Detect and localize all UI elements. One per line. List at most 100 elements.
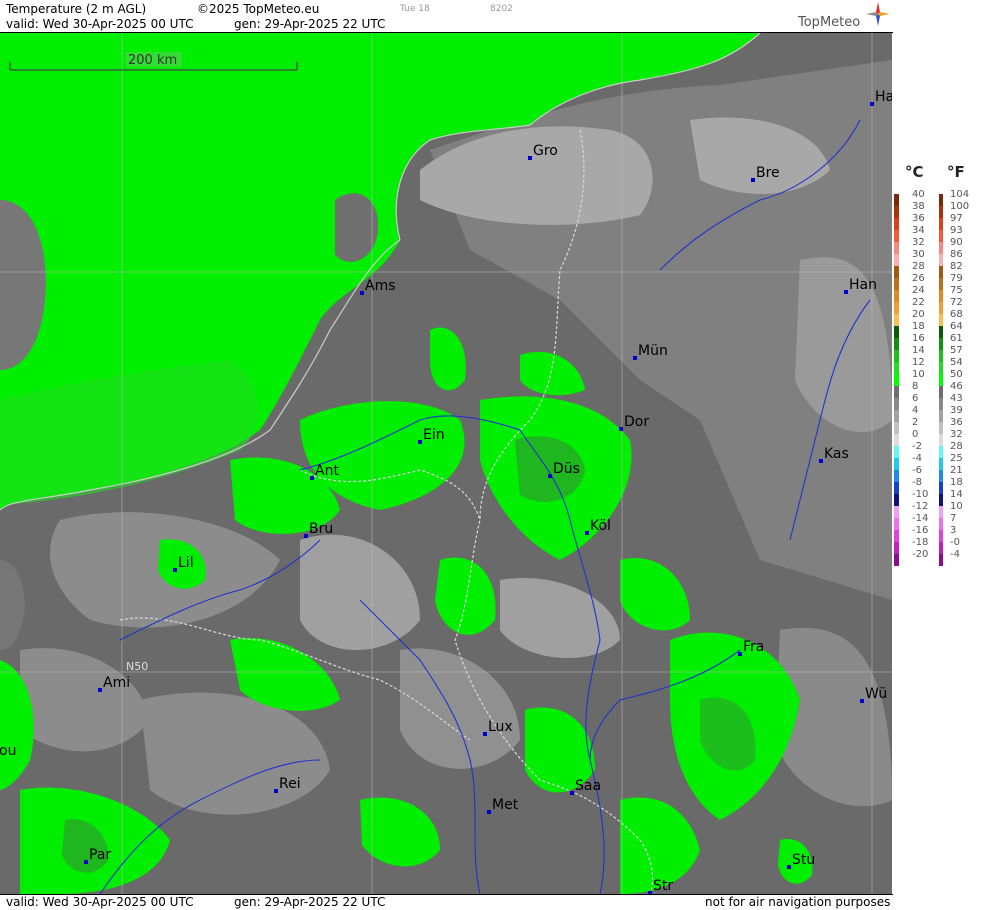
temperature-map: 200 km N50 Ha Gro Bre Han Ams Mün Ein Dor Kas Ant… [0,33,892,894]
legend-label-fahrenheit: 72 [950,297,963,308]
city-dot [418,440,422,444]
legend-swatch-fahrenheit [939,506,943,518]
legend-label-fahrenheit: 104 [950,189,970,200]
city-label: Ami [103,675,130,691]
legend-swatch-celsius [894,470,899,482]
legend-swatch-fahrenheit [939,302,943,314]
city-dot [173,568,177,572]
city-dot [487,810,491,814]
city-label: Rei [279,776,301,792]
legend-unit-fahrenheit: °F [947,163,965,181]
city-dot [528,156,532,160]
legend-label-celsius: -18 [912,537,929,548]
legend-swatch-fahrenheit [939,542,943,554]
city-dot [860,699,864,703]
city-label: Bre [756,165,780,181]
legend-swatch-fahrenheit [939,446,943,458]
legend-swatch-fahrenheit [939,314,943,326]
city-dot [633,356,637,360]
legend-label-fahrenheit: -0 [950,537,960,548]
legend-swatch-fahrenheit [939,350,943,362]
legend-swatch-celsius [894,398,899,410]
legend-label-fahrenheit: 39 [950,405,963,416]
legend-label-celsius: 10 [912,369,925,380]
legend-label-fahrenheit: 14 [950,489,963,500]
legend-label-fahrenheit: 54 [950,357,963,368]
legend-label-celsius: 18 [912,321,925,332]
city-label: Stu [792,852,815,868]
legend-label-fahrenheit: 86 [950,249,963,260]
city-label: Düs [553,461,580,477]
legend-swatch-celsius [894,266,899,278]
legend-swatch-fahrenheit [939,494,943,506]
legend-swatch-celsius [894,518,899,530]
legend-label-celsius: 14 [912,345,925,356]
legend-swatch-fahrenheit [939,194,943,206]
legend-swatch-celsius [894,506,899,518]
city-label: Köl [590,518,611,534]
latitude-label: N50 [126,660,148,673]
legend-swatch-celsius [894,230,899,242]
legend-label-celsius: -12 [912,501,929,512]
legend-swatch-celsius [894,206,899,218]
legend-swatch-fahrenheit [939,266,943,278]
city-dot [738,652,742,656]
legend-swatch-fahrenheit [939,230,943,242]
map-header: Temperature (2 m AGL) ©2025 TopMeteo.eu … [0,0,893,33]
legend-label-celsius: 36 [912,213,925,224]
legend-swatch-fahrenheit [939,482,943,494]
city-dot [84,860,88,864]
legend-label-celsius: -20 [912,549,929,560]
legend-label-celsius: 16 [912,333,925,344]
legend-swatch-celsius [894,254,899,266]
legend-swatch-celsius [894,350,899,362]
legend-label-fahrenheit: 32 [950,429,963,440]
legend-label-fahrenheit: 64 [950,321,963,332]
legend-label-celsius: 4 [912,405,919,416]
map-title: Temperature (2 m AGL) [6,2,147,16]
legend-label-fahrenheit: 7 [950,513,957,524]
legend-label-celsius: 40 [912,189,925,200]
legend-label-fahrenheit: 10 [950,501,963,512]
legend-swatch-celsius [894,278,899,290]
legend-swatch-celsius [894,326,899,338]
city-label: Bru [309,521,333,537]
footer-generated-time: gen: 29-Apr-2025 22 UTC [234,895,386,909]
logo-text: TopMeteo [798,15,861,30]
legend-swatch-fahrenheit [939,206,943,218]
footer-note: not for air navigation purposes [705,895,891,909]
legend-label-celsius: -10 [912,489,929,500]
city-dot [360,291,364,295]
city-dot [787,865,791,869]
legend-swatch-fahrenheit [939,554,943,566]
city-label: Ein [423,427,445,443]
legend-swatch-fahrenheit [939,518,943,530]
run-code: 8202 [490,4,513,14]
legend-label-fahrenheit: 43 [950,393,963,404]
legend-label-fahrenheit: 75 [950,285,963,296]
city-label: Gro [533,143,558,159]
legend-label-celsius: 26 [912,273,925,284]
legend-swatch-fahrenheit [939,434,943,446]
city-dot [548,474,552,478]
legend-label-fahrenheit: 61 [950,333,963,344]
legend-label-celsius: 12 [912,357,925,368]
legend-label-celsius: 34 [912,225,925,236]
legend-swatch-fahrenheit [939,254,943,266]
legend-swatch-celsius [894,482,899,494]
legend-label-celsius: -2 [912,441,922,452]
legend-swatch-fahrenheit [939,326,943,338]
legend-swatch-fahrenheit [939,242,943,254]
legend-label-fahrenheit: -4 [950,549,960,560]
legend-swatch-celsius [894,314,899,326]
city-label: Ams [365,278,396,294]
legend-swatch-celsius [894,434,899,446]
legend-swatch-fahrenheit [939,278,943,290]
city-label: Ha [875,89,892,105]
legend-label-fahrenheit: 90 [950,237,963,248]
legend-swatch-celsius [894,494,899,506]
legend-swatch-celsius [894,530,899,542]
city-label: Lil [178,555,194,571]
legend-swatch-fahrenheit [939,374,943,386]
legend-swatch-fahrenheit [939,338,943,350]
